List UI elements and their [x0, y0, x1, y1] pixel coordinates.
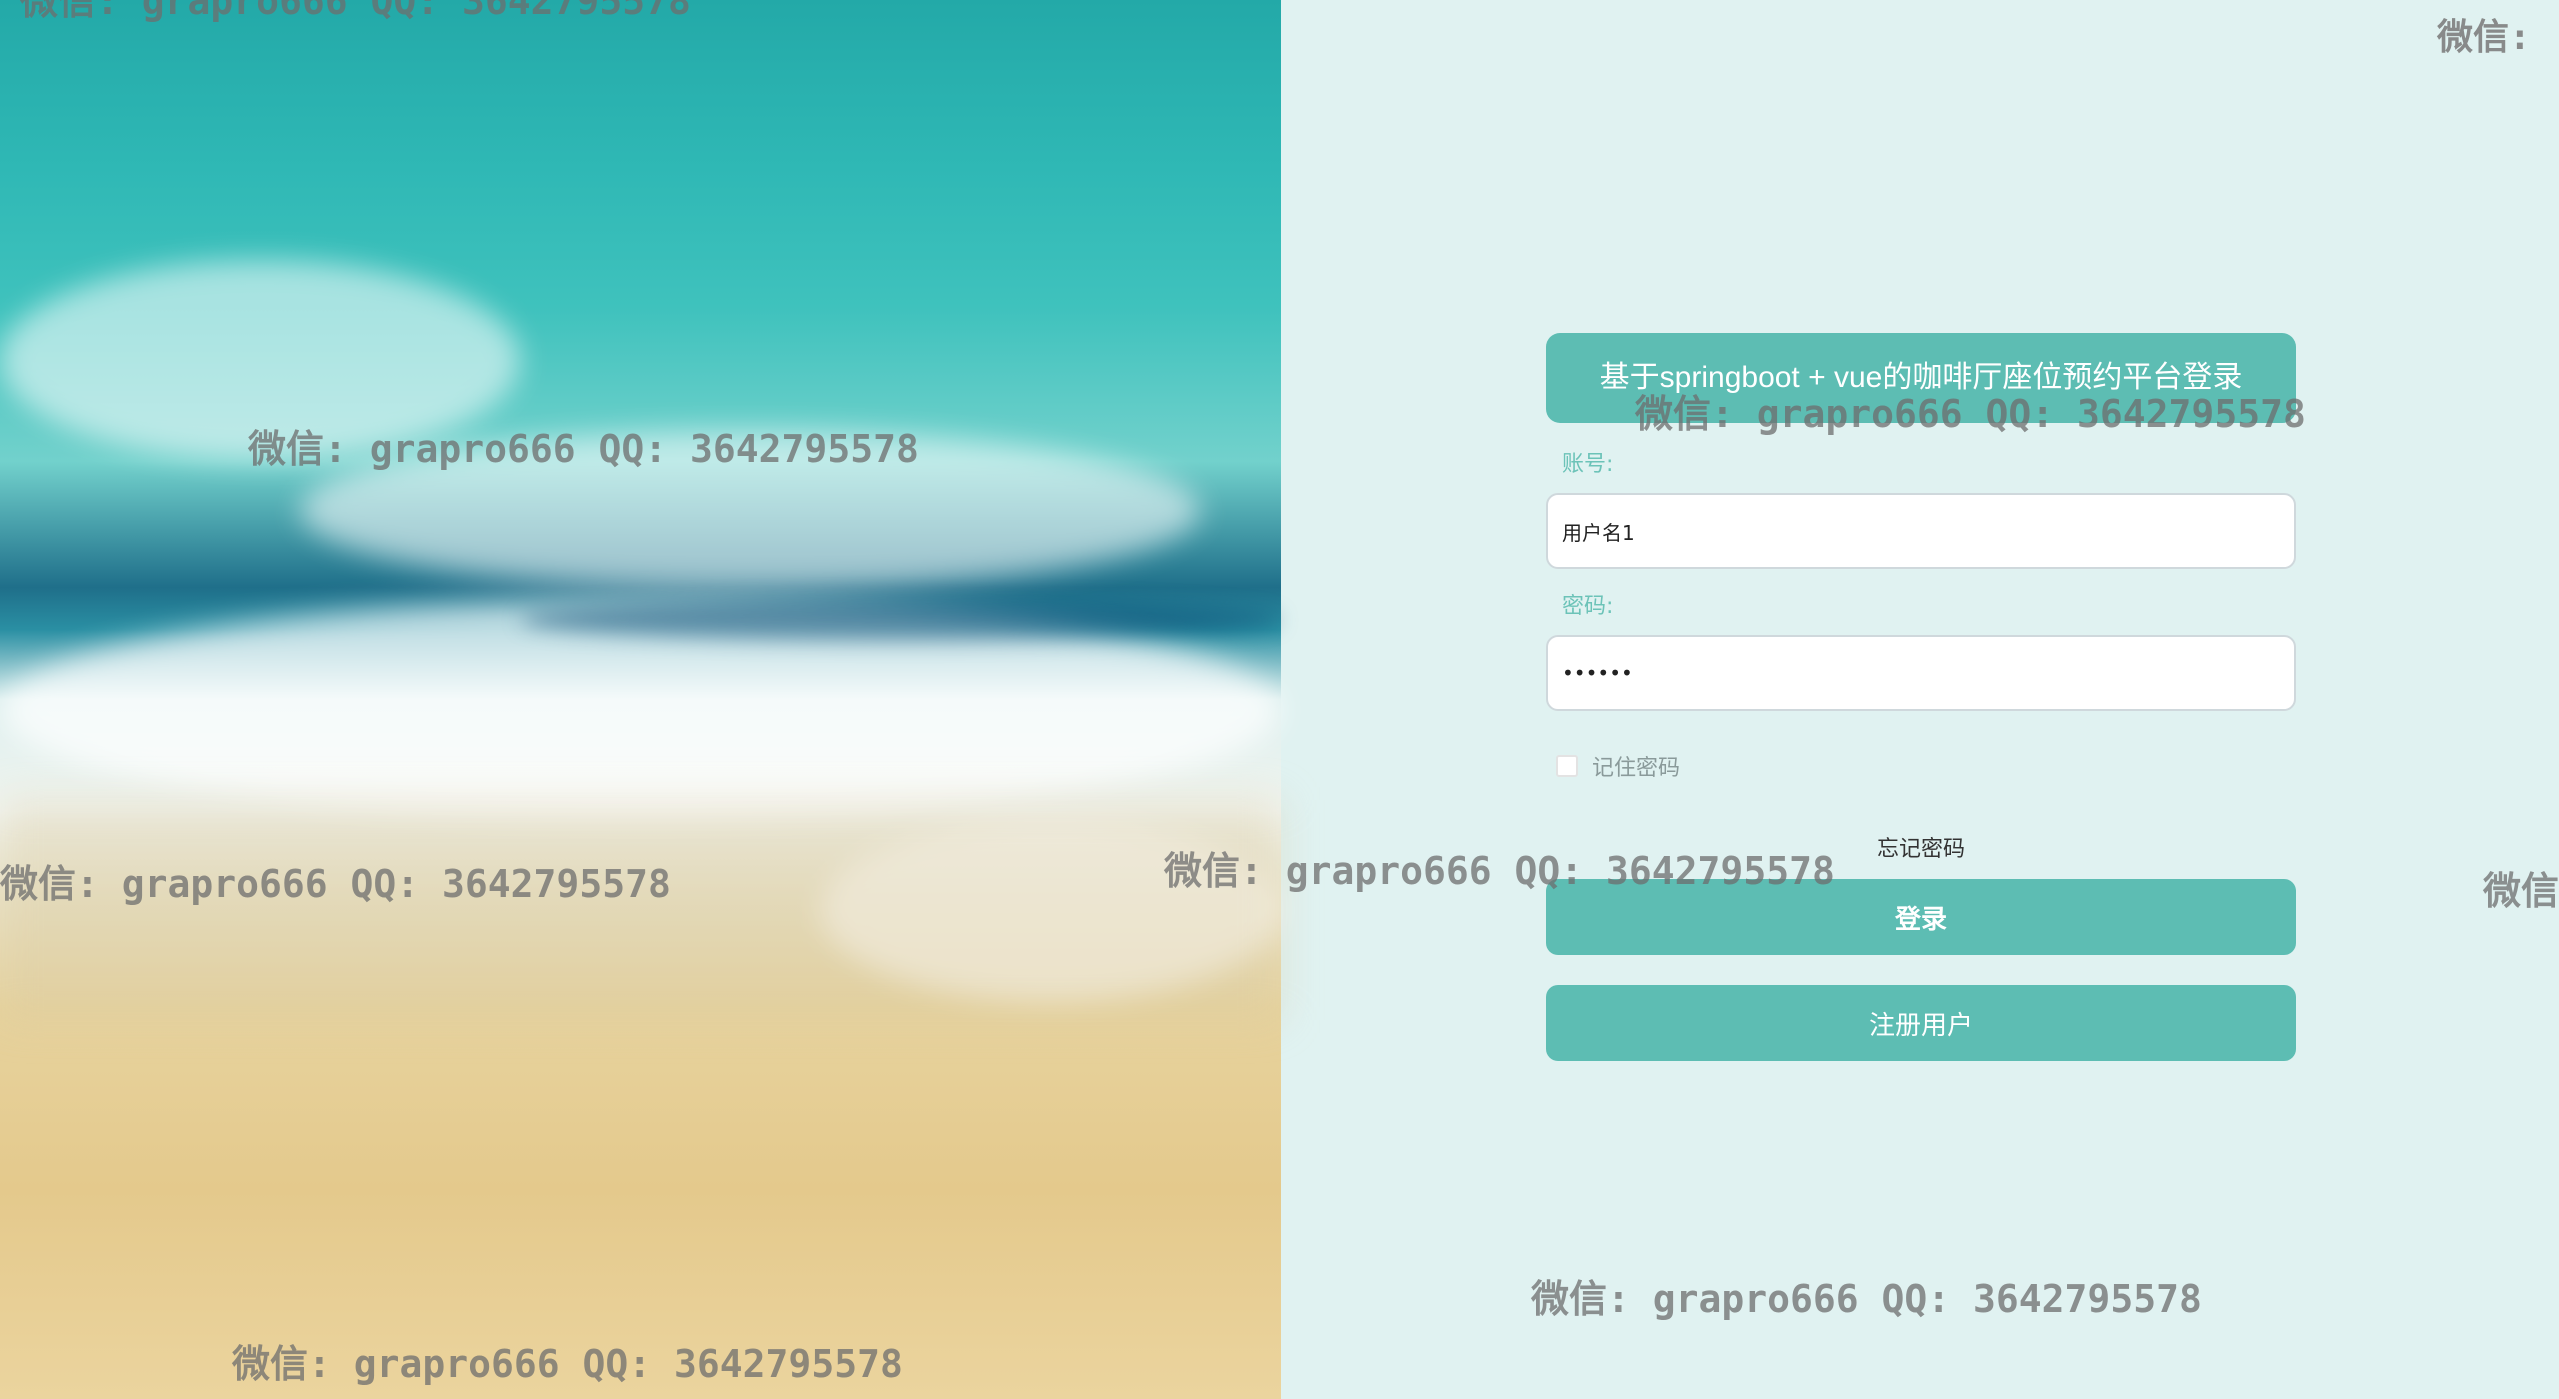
watermark: 微信: [2483, 869, 2559, 913]
register-button[interactable]: 注册用户: [1546, 985, 2296, 1061]
foam-patch: [0, 260, 520, 460]
login-form: 基于springboot + vue的咖啡厅座位预约平台登录 账号: 密码: 记…: [1546, 333, 2296, 1061]
login-page: 基于springboot + vue的咖啡厅座位预约平台登录 账号: 密码: 记…: [0, 0, 2559, 1399]
remember-checkbox[interactable]: [1556, 755, 1578, 777]
watermark: 微信: grapro666 QQ: 3642795578: [1531, 1277, 2202, 1321]
forgot-password-link[interactable]: 忘记密码: [1546, 835, 2296, 865]
remember-password[interactable]: 记住密码: [1556, 749, 2296, 783]
login-title: 基于springboot + vue的咖啡厅座位预约平台登录: [1546, 333, 2296, 423]
account-label: 账号:: [1562, 452, 1614, 477]
wave-crest: [520, 600, 1280, 640]
beach-background-image: [0, 0, 1281, 1399]
watermark: 微信:: [2437, 17, 2531, 58]
foam-patch: [300, 430, 1200, 590]
password-label: 密码:: [1562, 594, 1614, 619]
account-input[interactable]: [1546, 493, 2296, 569]
wet-sand: [0, 800, 1281, 1020]
remember-label: 记住密码: [1592, 756, 1681, 781]
login-button[interactable]: 登录: [1546, 879, 2296, 955]
password-input[interactable]: [1546, 635, 2296, 711]
